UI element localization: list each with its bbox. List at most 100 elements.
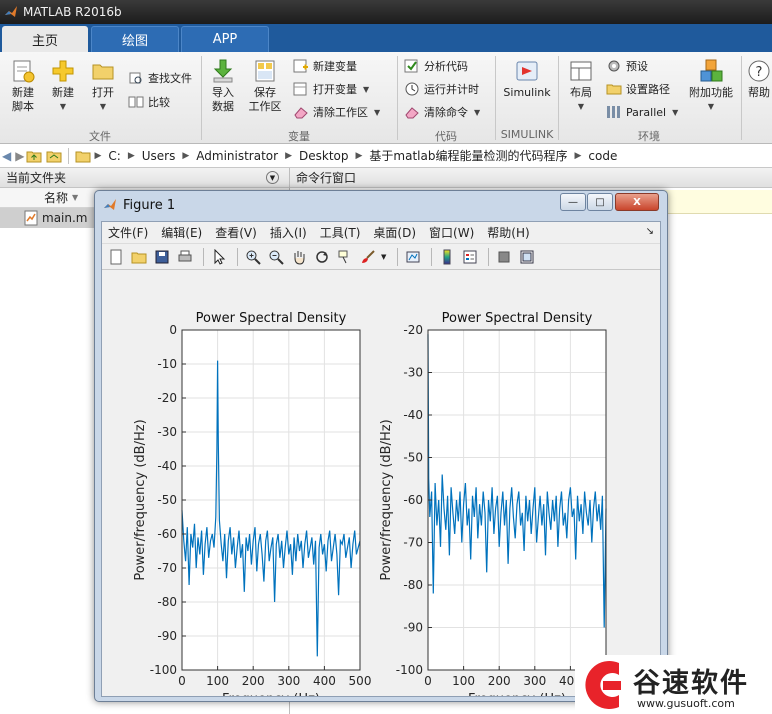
simulink-button[interactable]: Simulink	[502, 58, 552, 100]
new-dropdown-caret-icon[interactable]: ▼	[60, 100, 66, 114]
y-tick-label: -30	[157, 425, 177, 439]
menu-file[interactable]: 文件(F)	[108, 224, 148, 241]
link-plot-icon[interactable]	[403, 247, 423, 267]
preferences-button[interactable]: 预设	[606, 56, 648, 76]
open-variable-caret-icon[interactable]: ▼	[363, 85, 369, 94]
crumb-administrator[interactable]: Administrator	[196, 149, 278, 163]
clear-workspace-button[interactable]: 清除工作区 ▼	[293, 102, 380, 122]
browse-folder-icon[interactable]	[46, 149, 62, 163]
panel-actions-chevron-icon[interactable]: ▼	[266, 171, 279, 184]
y-tick-label: -80	[403, 578, 423, 592]
preferences-label: 预设	[626, 60, 648, 73]
set-path-button[interactable]: 设置路径	[606, 79, 670, 99]
insert-colorbar-icon[interactable]	[437, 247, 457, 267]
menu-window[interactable]: 窗口(W)	[429, 224, 474, 241]
clear-commands-caret-icon[interactable]: ▼	[474, 108, 480, 117]
open-variable-button[interactable]: 打开变量 ▼	[293, 79, 369, 99]
y-axis-label: Power/frequency (dB/Hz)	[379, 419, 394, 580]
sort-caret-icon[interactable]: ▼	[72, 193, 78, 202]
insert-legend-icon[interactable]	[460, 247, 480, 267]
menu-view[interactable]: 查看(V)	[215, 224, 257, 241]
menu-tools[interactable]: 工具(T)	[320, 224, 361, 241]
open-dropdown-caret-icon[interactable]: ▼	[100, 100, 106, 114]
open-file-icon[interactable]	[129, 247, 149, 267]
minimize-button[interactable]: —	[560, 193, 586, 211]
m-file-icon	[24, 210, 38, 226]
save-workspace-icon	[255, 60, 275, 82]
figure-window[interactable]: Figure 1 — □ X 文件(F) 编辑(E) 查看(V) 插入(I) 工…	[94, 190, 668, 707]
menu-insert[interactable]: 插入(I)	[270, 224, 307, 241]
y-tick-label: -50	[157, 493, 177, 507]
zoom-in-icon[interactable]	[243, 247, 263, 267]
tab-plots[interactable]: 绘图	[91, 26, 179, 52]
psd-plots-svg[interactable]: 0 100 200 300 400 500 0 -10 -20 -30 -40 -50 -60 -70 -8…	[102, 272, 660, 707]
crumb-users[interactable]: Users	[142, 149, 176, 163]
run-time-icon	[405, 82, 419, 96]
command-window-title: 命令行窗口	[296, 171, 357, 185]
hide-plot-tools-icon[interactable]	[494, 247, 514, 267]
brush-dropdown-caret-icon[interactable]: ▼	[381, 253, 386, 261]
open-variable-icon	[293, 82, 307, 96]
crumb-drive[interactable]: C:	[108, 149, 120, 163]
layout-button[interactable]: 布局 ▼	[564, 58, 598, 114]
address-separator	[68, 147, 70, 164]
new-variable-button[interactable]: 新建变量	[293, 56, 357, 76]
pointer-icon[interactable]	[209, 247, 229, 267]
crumb-project-folder[interactable]: 基于matlab编程能量检测的代码程序	[369, 147, 567, 164]
layout-caret-icon[interactable]: ▼	[578, 100, 584, 114]
menu-desktop[interactable]: 桌面(D)	[373, 224, 416, 241]
back-arrow-icon[interactable]: ◀	[2, 149, 11, 163]
save-workspace-button[interactable]: 保存 工作区	[246, 58, 284, 114]
save-figure-icon[interactable]	[152, 247, 172, 267]
parallel-button[interactable]: Parallel ▼	[606, 102, 678, 122]
forward-arrow-icon[interactable]: ▶	[15, 149, 24, 163]
chart-title: Power Spectral Density	[442, 311, 593, 326]
run-and-time-button[interactable]: 运行并计时	[404, 79, 479, 99]
parallel-caret-icon[interactable]: ▼	[672, 108, 678, 117]
y-tick-label: -80	[157, 595, 177, 609]
rotate-3d-icon[interactable]	[312, 247, 332, 267]
brush-icon[interactable]	[358, 247, 378, 267]
add-ons-button[interactable]: 附加功能 ▼	[686, 58, 736, 114]
crumb-desktop[interactable]: Desktop	[299, 149, 349, 163]
add-ons-cubes-icon	[700, 59, 723, 82]
help-button[interactable]: ? 帮助	[746, 58, 772, 100]
new-script-button[interactable]: 新建 脚本	[6, 58, 40, 114]
show-plot-tools-icon[interactable]	[517, 247, 537, 267]
crumb-code[interactable]: code	[588, 149, 617, 163]
import-data-button[interactable]: 导入 数据	[206, 58, 240, 114]
watermark-brand-text: 谷速软件	[633, 668, 749, 699]
clear-commands-button[interactable]: 清除命令 ▼	[404, 102, 480, 122]
close-button[interactable]: X	[615, 193, 659, 211]
import-label-2: 数据	[212, 100, 234, 113]
y-tick-label: -90	[403, 621, 423, 635]
data-cursor-icon[interactable]	[335, 247, 355, 267]
open-button[interactable]: 打开 ▼	[86, 58, 120, 114]
analyze-code-button[interactable]: 分析代码	[404, 56, 468, 76]
compare-button[interactable]: 比较	[128, 92, 170, 112]
y-tick-label: -30	[403, 366, 423, 380]
y-tick-label: -60	[403, 493, 423, 507]
add-ons-caret-icon[interactable]: ▼	[708, 100, 714, 114]
zoom-out-icon[interactable]	[266, 247, 286, 267]
name-column-label: 名称	[44, 191, 69, 205]
tab-home[interactable]: 主页	[2, 26, 88, 52]
new-figure-icon[interactable]	[106, 247, 126, 267]
y-tick-label: -20	[403, 323, 423, 337]
menu-help[interactable]: 帮助(H)	[487, 224, 529, 241]
current-folder-header: 当前文件夹 ▼	[0, 168, 289, 188]
menu-edit[interactable]: 编辑(E)	[161, 224, 202, 241]
tab-apps[interactable]: APP	[181, 26, 269, 52]
pan-hand-icon[interactable]	[289, 247, 309, 267]
dock-arrow-icon[interactable]: ↘	[646, 226, 654, 237]
find-files-button[interactable]: 查找文件	[128, 68, 192, 88]
crumb-separator-icon: ▶	[182, 150, 190, 161]
up-folder-icon[interactable]	[26, 149, 42, 163]
new-button[interactable]: 新建 ▼	[46, 58, 80, 114]
y-tick-label: -10	[157, 357, 177, 371]
print-figure-icon[interactable]	[175, 247, 195, 267]
maximize-button[interactable]: □	[587, 193, 613, 211]
clear-workspace-caret-icon[interactable]: ▼	[374, 108, 380, 117]
code-group-label: 代码	[435, 130, 457, 143]
crumb-separator-icon: ▶	[94, 150, 102, 161]
